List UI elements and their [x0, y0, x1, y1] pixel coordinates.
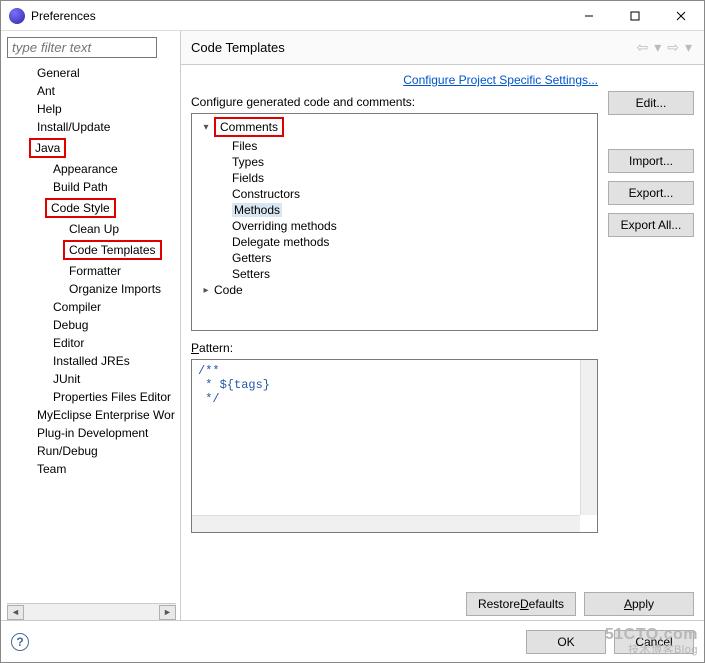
nav-horizontal-scrollbar[interactable]: ◄ ► [7, 603, 176, 620]
list-item-methods[interactable]: Methods [192, 202, 597, 218]
content-area: Code Templates ⇦ ▾ ⇨ ▾ Configure Project… [181, 31, 704, 620]
tree-item-code-templates[interactable]: Code Templates [7, 238, 176, 262]
list-item[interactable]: Setters [192, 266, 597, 282]
tree-item-code-style[interactable]: Code Style [7, 196, 176, 220]
close-button[interactable] [658, 1, 704, 31]
tree-item-appearance[interactable]: Appearance [7, 160, 176, 178]
tree-item-editor[interactable]: Editor [7, 334, 176, 352]
tree-item-general[interactable]: General [7, 64, 176, 82]
cancel-button[interactable]: Cancel [614, 630, 694, 654]
chevron-down-icon: ▾ [200, 122, 212, 133]
group-code[interactable]: ▸ Code [192, 282, 597, 298]
tree-item-build-path[interactable]: Build Path [7, 178, 176, 196]
minimize-button[interactable] [566, 1, 612, 31]
history-nav: ⇦ ▾ ⇨ ▾ [634, 39, 694, 56]
export-all-button[interactable]: Export All... [608, 213, 694, 237]
pattern-vertical-scrollbar[interactable] [580, 360, 597, 515]
scroll-left-icon[interactable]: ◄ [7, 605, 24, 620]
tree-item-ant[interactable]: Ant [7, 82, 176, 100]
list-item[interactable]: Delegate methods [192, 234, 597, 250]
list-item[interactable]: Overriding methods [192, 218, 597, 234]
import-button[interactable]: Import... [608, 149, 694, 173]
forward-menu-icon[interactable]: ▾ [683, 39, 694, 56]
tree-item-plugin-dev[interactable]: Plug-in Development [7, 424, 176, 442]
page-title: Code Templates [191, 40, 634, 55]
tree-item-organize-imports[interactable]: Organize Imports [7, 280, 176, 298]
export-button[interactable]: Export... [608, 181, 694, 205]
tree-item-java[interactable]: Java [7, 136, 176, 160]
tree-item-properties-files-editor[interactable]: Properties Files Editor [7, 388, 176, 406]
pattern-horizontal-scrollbar[interactable] [192, 515, 580, 532]
group-comments[interactable]: ▾ Comments [192, 116, 597, 138]
list-item[interactable]: Fields [192, 170, 597, 186]
forward-icon[interactable]: ⇨ [665, 39, 681, 56]
tree-item-run-debug[interactable]: Run/Debug [7, 442, 176, 460]
list-item[interactable]: Constructors [192, 186, 597, 202]
templates-tree[interactable]: ▾ Comments Files Types Fields Constructo… [191, 113, 598, 331]
app-icon [9, 8, 25, 24]
edit-button[interactable]: Edit... [608, 91, 694, 115]
chevron-right-icon: ▸ [200, 285, 212, 296]
list-item[interactable]: Types [192, 154, 597, 170]
tree-item-clean-up[interactable]: Clean Up [7, 220, 176, 238]
tree-item-help[interactable]: Help [7, 100, 176, 118]
back-icon[interactable]: ⇦ [634, 39, 650, 56]
ok-button[interactable]: OK [526, 630, 606, 654]
tree-item-myeclipse[interactable]: MyEclipse Enterprise Wor [7, 406, 176, 424]
titlebar: Preferences [1, 1, 704, 31]
configure-label: Configure generated code and comments: [191, 95, 598, 109]
tree-item-junit[interactable]: JUnit [7, 370, 176, 388]
tree-item-debug[interactable]: Debug [7, 316, 176, 334]
pattern-viewer[interactable]: /** * ${tags} */ [191, 359, 598, 533]
tree-item-formatter[interactable]: Formatter [7, 262, 176, 280]
maximize-button[interactable] [612, 1, 658, 31]
tree-item-compiler[interactable]: Compiler [7, 298, 176, 316]
tree-item-installed-jres[interactable]: Installed JREs [7, 352, 176, 370]
preferences-nav: General Ant Help Install/Update Java App… [1, 31, 181, 620]
pattern-label: Pattern: [191, 341, 598, 355]
project-settings-link[interactable]: Configure Project Specific Settings... [403, 73, 598, 87]
scroll-right-icon[interactable]: ► [159, 605, 176, 620]
tree-item-install-update[interactable]: Install/Update [7, 118, 176, 136]
tree-item-team[interactable]: Team [7, 460, 176, 478]
filter-input[interactable] [7, 37, 157, 58]
back-menu-icon[interactable]: ▾ [652, 39, 663, 56]
restore-defaults-button[interactable]: Restore Defaults [466, 592, 576, 616]
window-title: Preferences [31, 9, 566, 23]
preferences-tree[interactable]: General Ant Help Install/Update Java App… [7, 62, 176, 603]
list-item[interactable]: Getters [192, 250, 597, 266]
help-icon[interactable]: ? [11, 633, 29, 651]
apply-button[interactable]: Apply [584, 592, 694, 616]
list-item[interactable]: Files [192, 138, 597, 154]
